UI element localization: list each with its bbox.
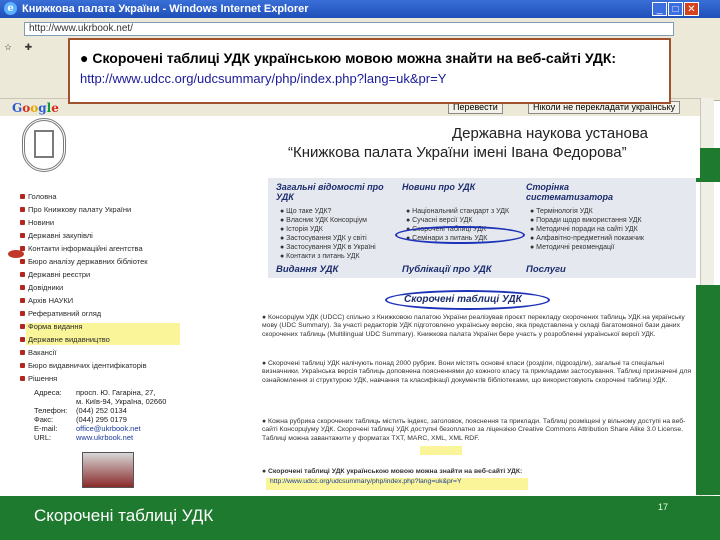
sidebar-bullet-icon	[20, 324, 25, 329]
menu-bottom-2[interactable]: Публікації про УДК	[402, 264, 492, 275]
phone-label: Телефон:	[34, 406, 68, 415]
minimize-button[interactable]: _	[652, 2, 667, 16]
content-paragraph-2: ● Скорочені таблиці УДК налічують понад …	[262, 360, 692, 384]
menu-item[interactable]: ● Методичні рекомендації	[530, 244, 615, 251]
window-titlebar: e Книжкова палата України - Windows Inte…	[0, 0, 720, 18]
eye-icon	[8, 250, 24, 258]
menu-col1-title[interactable]: Загальні відомості про УДК	[276, 182, 394, 202]
menu-item[interactable]: ● Поради щодо використання УДК	[530, 217, 642, 224]
sidebar-item[interactable]: Рішення	[28, 374, 57, 383]
book-icon	[34, 130, 54, 158]
menu-col3-title[interactable]: Сторінка систематизатора	[526, 182, 656, 202]
sidebar-item[interactable]: Державне видавництво	[28, 335, 110, 344]
slide-caption: Скорочені таблиці УДК	[34, 506, 214, 525]
menu-item[interactable]: ● Методичні поради на сайті УДК	[530, 226, 638, 233]
menu-item[interactable]: ● Термінологія УДК	[530, 208, 593, 215]
institution-line-1: Державна наукова установа	[452, 125, 648, 142]
close-button[interactable]: ✕	[684, 2, 699, 16]
sidebar-bullet-icon	[20, 220, 25, 225]
free-highlight	[420, 446, 462, 455]
sidebar-item[interactable]: Головна	[28, 192, 57, 201]
sidebar-bullet-icon	[20, 272, 25, 277]
menu-item[interactable]: ● Власник УДК Консорціум	[280, 217, 367, 224]
content-paragraph-3: ● Кожна рубрика скорочених таблиць місти…	[262, 418, 686, 442]
sidebar-item[interactable]: Новини	[28, 218, 54, 227]
sidebar-bullet-icon	[20, 285, 25, 290]
menu-item[interactable]: ● Застосування УДК у світі	[280, 235, 367, 242]
menu-col2-title[interactable]: Новини про УДК	[402, 182, 475, 192]
institution-line-2: “Книжкова палата України імені Івана Фед…	[288, 144, 627, 161]
sidebar-bullet-icon	[20, 337, 25, 342]
sidebar-item[interactable]: Вакансії	[28, 348, 56, 357]
sidebar-bullet-icon	[20, 363, 25, 368]
menu-highlight-oval	[395, 226, 525, 244]
callout-text: ● Скорочені таблиці УДК українською мово…	[80, 50, 617, 66]
address-bar[interactable]: http://www.ukrbook.net/	[24, 22, 674, 36]
address-value: просп. Ю. Гагаріна, 27,	[76, 388, 156, 397]
menu-item[interactable]: ● Сучасні версії УДК	[406, 217, 472, 224]
slide-decoration-right	[696, 285, 720, 495]
fax-value: (044) 295 0179	[76, 415, 127, 424]
certificate-badge	[82, 452, 134, 488]
menu-item[interactable]: ● Що таке УДК?	[280, 208, 331, 215]
sidebar-item[interactable]: Форма видання	[28, 322, 83, 331]
menu-item[interactable]: ● Контакти з питань УДК	[280, 253, 360, 260]
sidebar-item[interactable]: Довідники	[28, 283, 63, 292]
favorites-icon[interactable]: ☆	[4, 42, 12, 53]
content-paragraph-1: ● Консорціум УДК (UDCC) спільно з Книжко…	[262, 314, 685, 338]
sidebar-item[interactable]: Про Книжкову палату України	[28, 205, 131, 214]
sidebar-bullet-icon	[20, 376, 25, 381]
slide-footer: Скорочені таблиці УДК 17	[0, 496, 720, 540]
content-paragraph-4: ● Скорочені таблиці УДК українською мово…	[262, 468, 523, 475]
udc-site-callout: ● Скорочені таблиці УДК українською мово…	[68, 38, 671, 104]
menu-bottom-3[interactable]: Послуги	[526, 264, 566, 275]
sidebar-bullet-icon	[20, 246, 25, 251]
menu-item[interactable]: ● Національний стандарт з УДК	[406, 208, 509, 215]
url-label: URL:	[34, 433, 52, 442]
sidebar-item[interactable]: Реферативний огляд	[28, 309, 101, 318]
content-title: Скорочені таблиці УДК	[404, 294, 522, 305]
sidebar-item[interactable]: Державні реєстри	[28, 270, 90, 279]
address-value-2: м. Київ-94, Україна, 02660	[76, 397, 167, 406]
content-paragraph-4-url[interactable]: http://www.udcc.org/udcsummary/php/index…	[270, 478, 700, 486]
sidebar-bullet-icon	[20, 233, 25, 238]
menu-item[interactable]: ● Історія УДК	[280, 226, 323, 233]
url-link[interactable]: www.ukrbook.net	[76, 433, 133, 442]
window-title: Книжкова палата України - Windows Intern…	[22, 3, 309, 15]
sidebar-item[interactable]: Державні закупівлі	[28, 231, 93, 240]
menu-item[interactable]: ● Алфавітно-предметний покажчик	[530, 235, 644, 242]
fax-label: Факс:	[34, 415, 54, 424]
sidebar-bullet-icon	[20, 350, 25, 355]
sidebar-bullet-icon	[20, 207, 25, 212]
menu-item[interactable]: ● Застосування УДК в Україні	[280, 244, 376, 251]
sidebar-item[interactable]: Контакти інформаційні агентства	[28, 244, 143, 253]
sidebar-bullet-icon	[20, 311, 25, 316]
address-label: Адреса:	[34, 388, 62, 397]
phone-value: (044) 252 0134	[76, 406, 127, 415]
sidebar-item[interactable]: Бюро видавничих ідентифікаторів	[28, 361, 147, 370]
slide-number: 17	[658, 502, 669, 512]
sidebar-bullet-icon	[20, 259, 25, 264]
menu-bottom-1[interactable]: Видання УДК	[276, 264, 338, 275]
ie-logo-icon: e	[4, 2, 17, 15]
add-favorites-icon[interactable]: ✚	[25, 42, 33, 53]
sidebar-item[interactable]: Архів НАУКИ	[28, 296, 73, 305]
sidebar-bullet-icon	[20, 298, 25, 303]
email-label: E-mail:	[34, 424, 58, 433]
maximize-button[interactable]: □	[668, 2, 683, 16]
callout-url[interactable]: http://www.udcc.org/udcsummary/php/index…	[80, 71, 446, 86]
sidebar-bullet-icon	[20, 194, 25, 199]
google-logo: Google	[12, 101, 59, 115]
sidebar-item[interactable]: Бюро аналізу державних бібліотек	[28, 257, 148, 266]
email-link[interactable]: office@ukrbook.net	[76, 424, 141, 433]
